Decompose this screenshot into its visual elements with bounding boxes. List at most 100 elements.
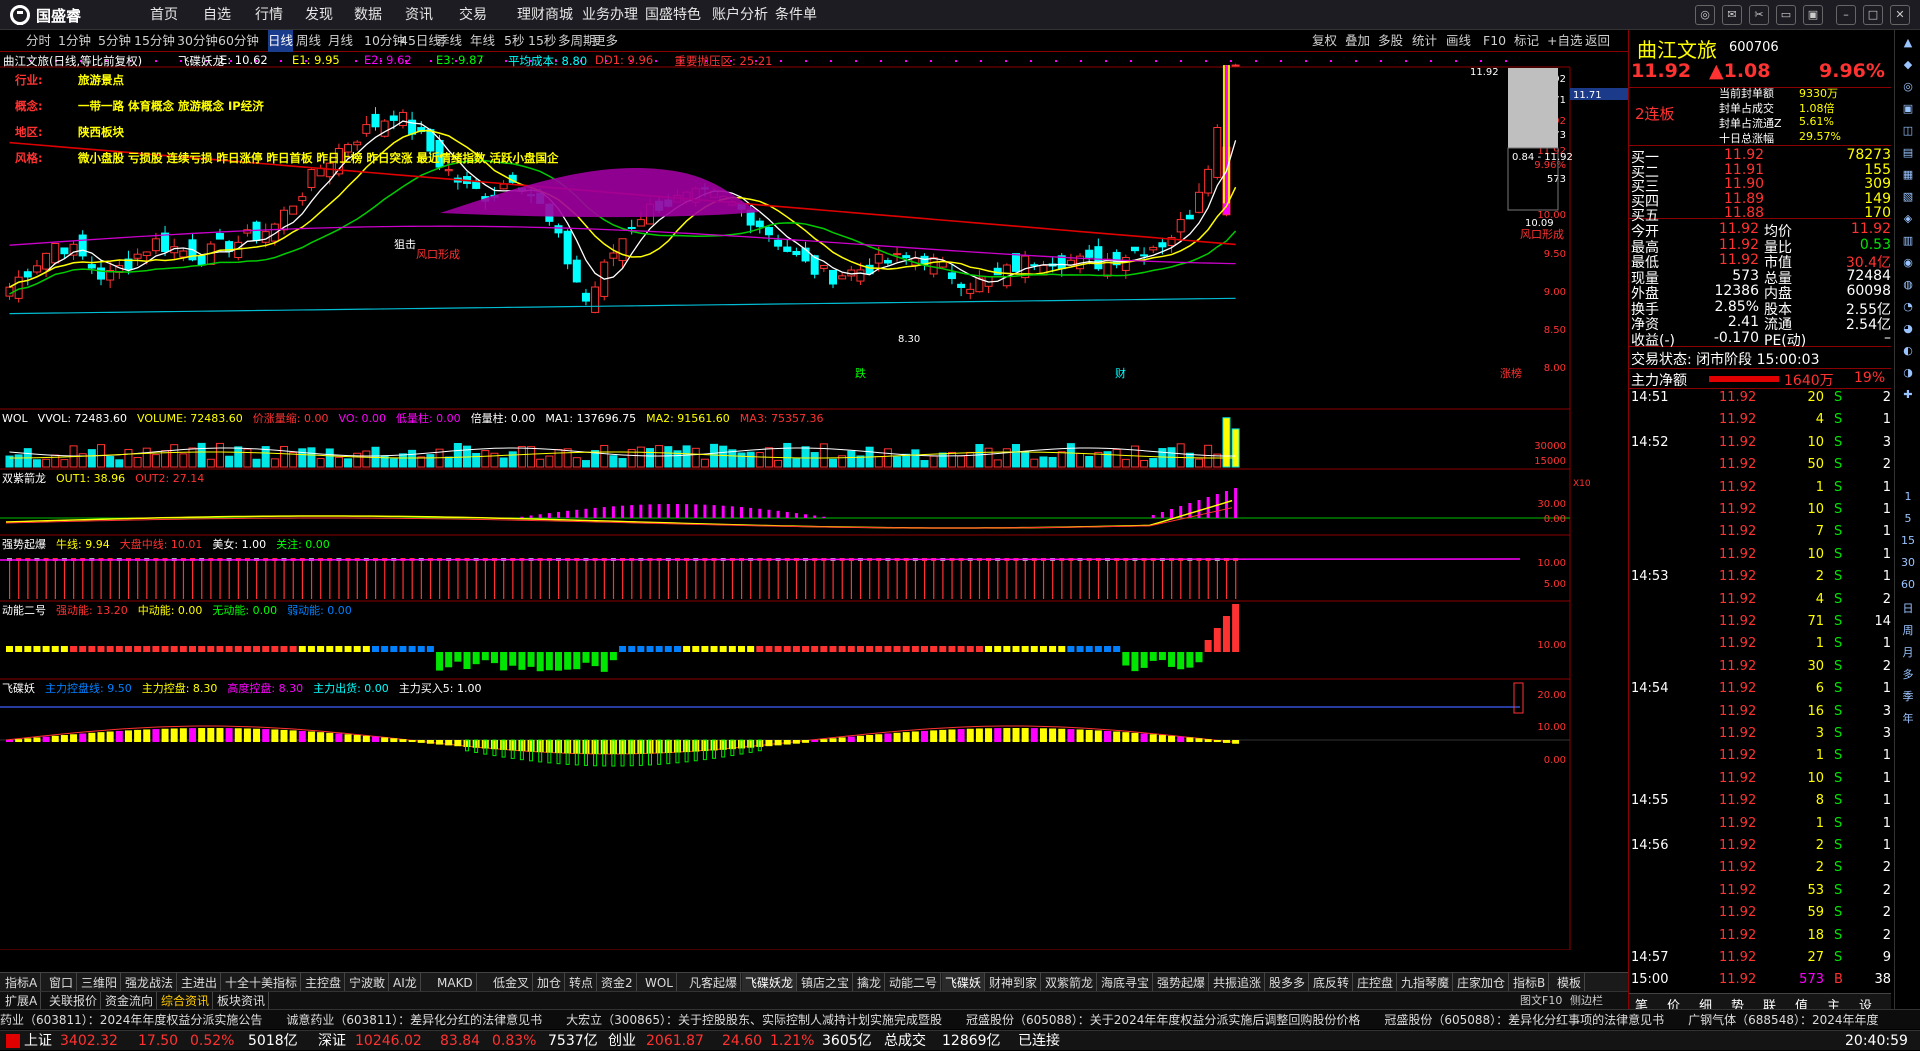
sidebar-icon-3[interactable]: ▣ — [1898, 102, 1918, 121]
news-item-2[interactable]: 大宏立（300865）：关于控股股东、实际控制人减持计划实施完成暨股 — [566, 1013, 942, 1027]
menu-item-9[interactable]: 国盛特色 — [645, 0, 701, 30]
chat-icon[interactable]: ◎ — [1695, 5, 1715, 25]
indicator-tab-22[interactable]: 双紫箭龙 — [1042, 973, 1098, 993]
mail-icon[interactable]: ✉ — [1722, 5, 1742, 25]
maximize-icon[interactable]: □ — [1863, 5, 1883, 25]
sidebar-icon-7[interactable]: ▧ — [1898, 190, 1918, 209]
indicator-tab-13[interactable]: 资金2 — [598, 973, 637, 993]
sidebar-icon-9[interactable]: ▥ — [1898, 234, 1918, 253]
sidebar-period-2[interactable]: 15 — [1898, 534, 1918, 553]
tool-4[interactable]: 画线 — [1446, 31, 1471, 51]
sidebar-icon-8[interactable]: ◈ — [1898, 212, 1918, 231]
menu-item-0[interactable]: 首页 — [150, 0, 178, 30]
sidebar-period-0[interactable]: 1 — [1898, 490, 1918, 509]
sidebar-icon-1[interactable]: ◆ — [1898, 58, 1918, 77]
indicator-tab-2[interactable]: 三维阳 — [78, 973, 122, 993]
sidebar-icon-4[interactable]: ◫ — [1898, 124, 1918, 143]
tool-6[interactable]: 标记 — [1514, 31, 1539, 51]
period-7[interactable]: 周线 — [296, 30, 321, 52]
news-ticker[interactable]: 药业（603811）：2024年年度权益分派实施公告 诚意药业（603811）：差… — [0, 1009, 1920, 1029]
tool-7[interactable]: +自选 — [1547, 31, 1582, 51]
sidebar-icon-13[interactable]: ◕ — [1898, 322, 1918, 341]
news-item-3[interactable]: 冠盛股份（605088）：关于2024年年度权益分派实施后调整回购股份价格 — [966, 1013, 1360, 1027]
sidebar-period-10[interactable]: 年 — [1898, 710, 1918, 729]
menu-item-4[interactable]: 数据 — [354, 0, 382, 30]
indicator-tab-12[interactable]: 转点 — [566, 973, 598, 993]
info-tab-4[interactable]: 板块资讯 — [214, 992, 270, 1010]
help-icon[interactable]: ▣ — [1803, 5, 1823, 25]
info-tab-1[interactable]: 关联报价 — [46, 992, 102, 1010]
sidebar-period-8[interactable]: 多 — [1898, 666, 1918, 685]
indicator-tab-0[interactable]: 指标A — [2, 973, 42, 993]
indicator-tab-10[interactable]: 低金叉 — [490, 973, 534, 993]
sidebar-period-4[interactable]: 60 — [1898, 578, 1918, 597]
sidebar-icon-12[interactable]: ◔ — [1898, 300, 1918, 319]
period-14[interactable]: 15秒 — [528, 30, 556, 52]
period-10[interactable]: 45日线 — [400, 30, 441, 52]
period-13[interactable]: 5秒 — [504, 30, 524, 52]
chart-canvas[interactable]: 11.9211.7111.927827311.929.96%57310.009.… — [0, 52, 1628, 972]
indicator-tab-7[interactable]: 宁波敢 — [346, 973, 390, 993]
sidebar-icon-0[interactable]: ▲ — [1898, 36, 1918, 55]
app-logo[interactable]: 国盛睿 — [10, 5, 81, 25]
indicator-tab-11[interactable]: 加仓 — [534, 973, 566, 993]
period-2[interactable]: 5分钟 — [98, 30, 131, 52]
tool-8[interactable]: 返回 — [1585, 31, 1610, 51]
indicator-tab-20[interactable]: 飞碟妖 — [942, 973, 986, 993]
indicator-tab-26[interactable]: 股多多 — [1266, 973, 1310, 993]
info-tab-3[interactable]: 综合资讯 — [158, 992, 214, 1010]
indicator-tab-4[interactable]: 主进出 — [178, 973, 222, 993]
indicator-tab-6[interactable]: 主控盘 — [302, 973, 346, 993]
minimize-icon[interactable]: – — [1836, 5, 1856, 25]
skin-icon[interactable]: ▭ — [1776, 5, 1796, 25]
indicator-tab-3[interactable]: 强龙战法 — [122, 973, 178, 993]
news-item-5[interactable]: 广钢气体（688548）：2024年年度 — [1688, 1013, 1878, 1027]
sidebar-icon-14[interactable]: ◐ — [1898, 344, 1918, 363]
indicator-tab-1[interactable]: 窗口 — [46, 973, 78, 993]
indicator-tab-28[interactable]: 庄控盘 — [1354, 973, 1398, 993]
news-right-0[interactable]: 图文F10 — [1520, 992, 1562, 1008]
indicator-tab-15[interactable]: 凡客起爆 — [686, 973, 742, 993]
indicator-tab-17[interactable]: 镇店之宝 — [798, 973, 854, 993]
sidebar-icon-2[interactable]: ◎ — [1898, 80, 1918, 99]
indicator-tab-25[interactable]: 共振追涨 — [1210, 973, 1266, 993]
info-tab-0[interactable]: 扩展A — [2, 992, 42, 1010]
sidebar-period-1[interactable]: 5 — [1898, 512, 1918, 531]
news-item-0[interactable]: 药业（603811）：2024年年度权益分派实施公告 — [0, 1013, 262, 1027]
period-5[interactable]: 60分钟 — [218, 30, 259, 52]
indicator-tab-5[interactable]: 十全十美指标 — [222, 973, 302, 993]
menu-item-5[interactable]: 资讯 — [405, 0, 433, 30]
menu-item-11[interactable]: 条件单 — [775, 0, 817, 30]
period-4[interactable]: 30分钟 — [177, 30, 218, 52]
sidebar-icon-5[interactable]: ▤ — [1898, 146, 1918, 165]
indicator-tab-32[interactable]: 模板 — [1554, 973, 1586, 993]
sidebar-period-3[interactable]: 30 — [1898, 556, 1918, 575]
indicator-tab-8[interactable]: AI龙 — [390, 973, 421, 993]
close-icon[interactable]: ✕ — [1890, 5, 1910, 25]
indicator-tab-9[interactable]: MAKD — [434, 973, 477, 993]
indicator-tab-30[interactable]: 庄家加仓 — [1454, 973, 1510, 993]
sidebar-icon-10[interactable]: ◉ — [1898, 256, 1918, 275]
tool-2[interactable]: 多股 — [1378, 31, 1403, 51]
tool-icon[interactable]: ✂ — [1749, 5, 1769, 25]
period-11[interactable]: 季线 — [437, 30, 462, 52]
tool-1[interactable]: 叠加 — [1345, 31, 1370, 51]
indicator-tab-27[interactable]: 底反转 — [1310, 973, 1354, 993]
indicator-tab-31[interactable]: 指标B — [1510, 973, 1550, 993]
menu-item-3[interactable]: 发现 — [305, 0, 333, 30]
menu-item-6[interactable]: 交易 — [459, 0, 487, 30]
period-12[interactable]: 年线 — [470, 30, 495, 52]
indicator-tab-19[interactable]: 动能二号 — [886, 973, 942, 993]
news-right-1[interactable]: 侧边栏 — [1570, 992, 1603, 1008]
sidebar-icon-6[interactable]: ▦ — [1898, 168, 1918, 187]
news-item-4[interactable]: 冠盛股份（605088）：差异化分红事项的法律意见书 — [1384, 1013, 1664, 1027]
menu-item-1[interactable]: 自选 — [203, 0, 231, 30]
sidebar-icon-15[interactable]: ◑ — [1898, 366, 1918, 385]
period-1[interactable]: 1分钟 — [58, 30, 91, 52]
indicator-tab-24[interactable]: 强势起爆 — [1154, 973, 1210, 993]
indicator-tab-29[interactable]: 九指琴魔 — [1398, 973, 1454, 993]
sidebar-period-6[interactable]: 周 — [1898, 622, 1918, 641]
tool-0[interactable]: 复权 — [1312, 31, 1337, 51]
sidebar-period-5[interactable]: 日 — [1898, 600, 1918, 619]
tool-5[interactable]: F10 — [1483, 31, 1506, 51]
